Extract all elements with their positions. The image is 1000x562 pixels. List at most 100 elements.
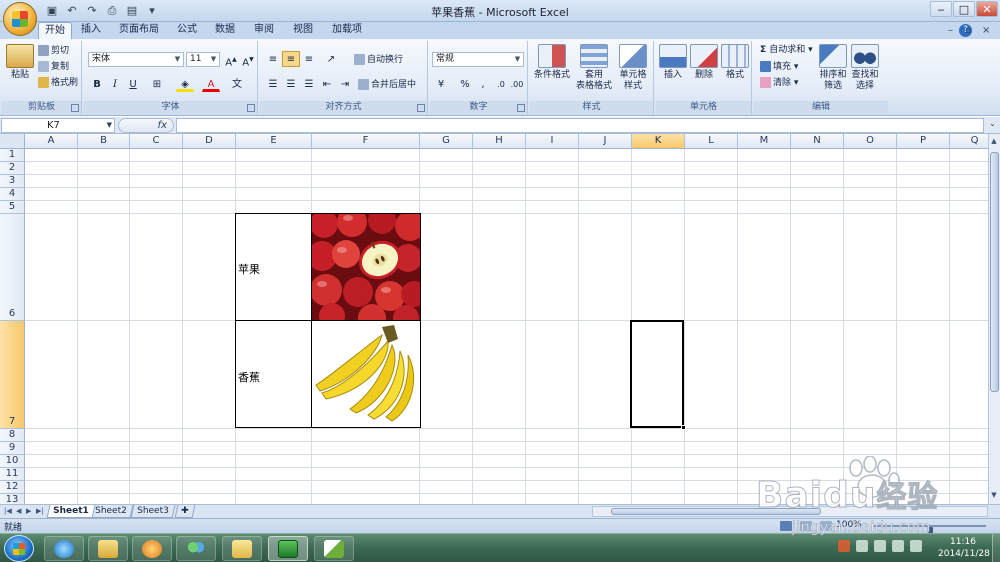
italic-button[interactable]: I [106, 76, 124, 92]
copy-button[interactable]: 复制 [38, 61, 69, 73]
maximize-button[interactable]: □ [953, 1, 975, 17]
normal-view-icon[interactable] [780, 521, 792, 531]
paste-button[interactable]: 粘贴 [6, 44, 34, 81]
column-header-j[interactable]: J [579, 134, 632, 149]
row-header-10[interactable]: 10 [0, 455, 25, 468]
font-color-icon[interactable]: A [202, 76, 220, 92]
fill-handle[interactable] [681, 425, 686, 430]
font-size-combo[interactable]: 11 ▼ [186, 52, 220, 67]
vertical-scroll-thumb[interactable] [990, 152, 999, 392]
delete-cells-button[interactable]: 删除 [689, 44, 719, 81]
wrap-text-button[interactable]: 自动换行 [354, 54, 403, 66]
last-sheet-icon[interactable]: ▶| [36, 505, 44, 518]
cut-button[interactable]: 剪切 [38, 45, 69, 57]
column-header-d[interactable]: D [183, 134, 236, 149]
start-button[interactable] [4, 535, 34, 562]
zoom-percent[interactable]: 100% [836, 520, 862, 530]
number-format-combo[interactable]: 常规 ▼ [432, 52, 524, 67]
apple-image[interactable] [312, 214, 420, 320]
zoom-slider[interactable] [874, 525, 986, 537]
column-header-f[interactable]: F [312, 134, 420, 149]
row-header-12[interactable]: 12 [0, 481, 25, 494]
taskbar-media-player[interactable] [132, 536, 172, 561]
merge-center-button[interactable]: 合并后居中 [358, 79, 416, 91]
font-launcher-icon[interactable] [247, 104, 255, 112]
row-header-8[interactable]: 8 [0, 429, 25, 442]
column-header-e[interactable]: E [236, 134, 312, 149]
horizontal-scroll-thumb[interactable] [611, 508, 821, 515]
sogou-input-icon[interactable] [838, 540, 850, 552]
minimize-button[interactable]: ‒ [930, 1, 952, 17]
column-header-n[interactable]: N [791, 134, 844, 149]
next-sheet-icon[interactable]: ▶ [26, 505, 31, 518]
taskbar-folder[interactable] [222, 536, 262, 561]
format-painter-button[interactable]: 格式刷 [38, 77, 78, 89]
decrease-decimal-icon[interactable]: .00 [508, 76, 526, 92]
comma-style-icon[interactable]: , [474, 76, 492, 92]
column-header-h[interactable]: H [473, 134, 526, 149]
column-header-g[interactable]: G [420, 134, 473, 149]
row-header-11[interactable]: 11 [0, 468, 25, 481]
ribbon-close-icon[interactable]: × [982, 25, 990, 36]
banana-image[interactable] [312, 321, 420, 427]
conditional-format-button[interactable]: 条件格式 [532, 44, 572, 81]
name-box[interactable]: K7 ▼ [1, 118, 115, 133]
cell-e6[interactable]: 苹果 [238, 261, 260, 277]
grow-font-icon[interactable]: A▲ [222, 51, 240, 68]
cell-styles-button[interactable]: 单元格 样式 [614, 44, 652, 92]
taskbar-excel[interactable] [268, 536, 308, 561]
fill-color-icon[interactable]: ◈ [176, 76, 194, 92]
currency-icon[interactable]: ¥ [432, 76, 450, 92]
column-header-a[interactable]: A [25, 134, 78, 149]
borders-icon[interactable]: ⊞ [148, 76, 166, 92]
column-header-c[interactable]: C [130, 134, 183, 149]
column-header-p[interactable]: P [897, 134, 950, 149]
align-center-icon[interactable]: ☰ [282, 76, 300, 92]
underline-button[interactable]: U [124, 76, 142, 92]
ribbon-restore-icon[interactable]: ▫ [965, 25, 972, 36]
taskbar-explorer[interactable] [88, 536, 128, 561]
format-cells-button[interactable]: 格式 [720, 44, 750, 81]
column-header-o[interactable]: O [844, 134, 897, 149]
vertical-scrollbar[interactable]: ▲ ▼ [988, 134, 1000, 504]
sheet-tab-2[interactable]: Sheet2 [88, 505, 134, 518]
insert-sheet-icon[interactable]: ✚ [174, 505, 196, 518]
ribbon-minimize-icon[interactable]: – [948, 25, 953, 36]
column-header-k[interactable]: K [632, 134, 685, 149]
align-middle-icon[interactable]: ≡ [282, 51, 300, 67]
volume-icon[interactable] [910, 540, 922, 552]
increase-indent-icon[interactable]: ⇥ [336, 76, 354, 92]
row-header-1[interactable]: 1 [0, 149, 25, 162]
row-header-7[interactable]: 7 [0, 321, 25, 429]
prev-sheet-icon[interactable]: ◀ [16, 505, 21, 518]
office-button[interactable] [3, 2, 37, 36]
fill-button[interactable]: 填充 ▾ [760, 61, 798, 73]
taskbar-paint[interactable] [314, 536, 354, 561]
sort-filter-button[interactable]: 排序和 筛选 [818, 44, 848, 92]
bold-button[interactable]: B [88, 76, 106, 92]
page-break-view-icon[interactable] [820, 521, 832, 531]
align-top-icon[interactable]: ≡ [264, 51, 282, 67]
insert-function-button[interactable]: fx [118, 118, 174, 133]
clear-button[interactable]: 清除 ▾ [760, 77, 798, 89]
font-name-combo[interactable]: 宋体 ▼ [88, 52, 184, 67]
tab-home[interactable]: 开始 [38, 22, 72, 39]
taskbar-clock[interactable]: 11:16 2014/11/28 [938, 536, 990, 560]
sheet-tab-3[interactable]: Sheet3 [130, 505, 176, 518]
flag-icon[interactable] [874, 540, 886, 552]
cell-e7[interactable]: 香蕉 [238, 369, 260, 385]
page-layout-view-icon[interactable] [800, 521, 812, 531]
taskbar-people[interactable] [176, 536, 216, 561]
tab-data[interactable]: 数据 [208, 22, 242, 39]
row-header-6[interactable]: 6 [0, 214, 25, 321]
autosum-button[interactable]: Σ 自动求和 ▾ [760, 45, 813, 56]
alignment-launcher-icon[interactable] [417, 104, 425, 112]
first-sheet-icon[interactable]: |◀ [4, 505, 12, 518]
row-header-4[interactable]: 4 [0, 188, 25, 201]
select-all-corner[interactable] [0, 134, 25, 149]
align-left-icon[interactable]: ☰ [264, 76, 282, 92]
active-cell-k7[interactable] [630, 320, 684, 428]
sheet-tab-1[interactable]: Sheet1 [46, 505, 96, 518]
insert-cells-button[interactable]: 插入 [658, 44, 688, 81]
find-select-button[interactable]: 查找和 选择 [850, 44, 880, 92]
